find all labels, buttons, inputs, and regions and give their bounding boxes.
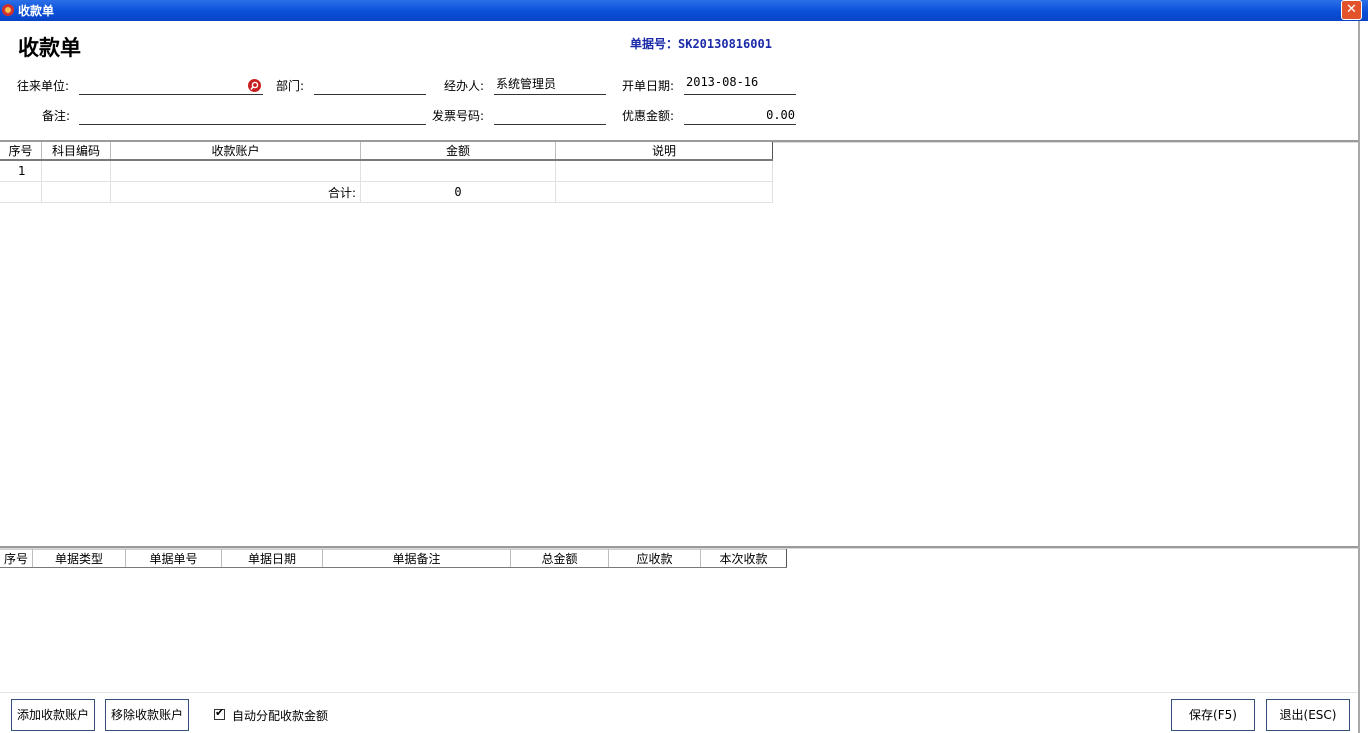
col-bill-no[interactable]: 单据单号: [125, 549, 222, 568]
col-bill-receivable[interactable]: 应收款: [608, 549, 701, 568]
row-seq[interactable]: 1: [0, 160, 42, 182]
col-seq[interactable]: 序号: [0, 142, 42, 161]
row-account-code[interactable]: [41, 160, 111, 182]
footer-divider: [0, 692, 1358, 693]
total-row: 合计: 0: [0, 181, 773, 203]
remove-account-button[interactable]: 移除收款账户: [105, 699, 189, 731]
invoice-label: 发票号码:: [432, 109, 485, 123]
search-icon[interactable]: [248, 79, 261, 92]
accounts-header-row: 序号 科目编码 收款账户 金额 说明: [0, 142, 773, 161]
col-bill-remark[interactable]: 单据备注: [322, 549, 511, 568]
invoice-field[interactable]: [494, 109, 606, 125]
col-bill-total[interactable]: 总金额: [510, 549, 609, 568]
total-label: 合计:: [110, 181, 361, 203]
row-account[interactable]: [110, 160, 361, 182]
date-label: 开单日期:: [622, 79, 675, 93]
col-description[interactable]: 说明: [555, 142, 773, 161]
dept-field[interactable]: [314, 79, 426, 95]
col-bill-this-receipt[interactable]: 本次收款: [700, 549, 787, 568]
save-button[interactable]: 保存(F5): [1171, 699, 1255, 731]
col-amount[interactable]: 金额: [360, 142, 556, 161]
row-amount[interactable]: [360, 160, 556, 182]
col-bill-type[interactable]: 单据类型: [32, 549, 126, 568]
bills-header-row: 序号 单据类型 单据单号 单据日期 单据备注 总金额 应收款 本次收款: [0, 549, 787, 568]
handler-label: 经办人:: [444, 79, 485, 93]
close-icon: ✕: [1346, 2, 1357, 17]
exit-button[interactable]: 退出(ESC): [1266, 699, 1350, 731]
dept-label: 部门:: [276, 79, 305, 93]
window-title: 收款单: [18, 4, 55, 18]
col-account[interactable]: 收款账户: [110, 142, 361, 161]
row-description[interactable]: [555, 160, 773, 182]
title-bar: 收款单 ✕: [0, 0, 1368, 21]
table-row[interactable]: 1: [0, 160, 773, 182]
remark-field[interactable]: [79, 109, 426, 125]
partner-label: 往来单位:: [17, 79, 70, 93]
discount-field[interactable]: 0.00: [684, 108, 796, 125]
col-bill-date[interactable]: 单据日期: [221, 549, 323, 568]
add-account-button[interactable]: 添加收款账户: [11, 699, 95, 731]
total-code: [41, 181, 111, 203]
total-amount: 0: [360, 181, 556, 203]
bills-table: 序号 单据类型 单据单号 单据日期 单据备注 总金额 应收款 本次收款: [0, 549, 787, 568]
total-seq: [0, 181, 42, 203]
app-icon: [2, 4, 14, 16]
auto-allocate-label[interactable]: 自动分配收款金额: [232, 707, 328, 724]
doc-number: 单据号：SK20130816001: [630, 37, 772, 51]
close-button[interactable]: ✕: [1341, 0, 1362, 20]
date-field[interactable]: 2013-08-16: [684, 75, 796, 95]
page-title: 收款单: [18, 36, 81, 60]
col-bill-seq[interactable]: 序号: [0, 549, 33, 568]
handler-field[interactable]: 系统管理员: [494, 75, 606, 95]
partner-field[interactable]: [79, 79, 263, 95]
window-edge: [1360, 21, 1368, 733]
total-description: [555, 181, 773, 203]
accounts-table: 序号 科目编码 收款账户 金额 说明 1 合计: 0: [0, 142, 773, 203]
check-icon: ✔: [215, 706, 225, 719]
discount-label: 优惠金额:: [622, 109, 675, 123]
col-account-code[interactable]: 科目编码: [41, 142, 111, 161]
auto-allocate-checkbox[interactable]: ✔: [214, 706, 225, 720]
remark-label: 备注:: [42, 109, 71, 123]
